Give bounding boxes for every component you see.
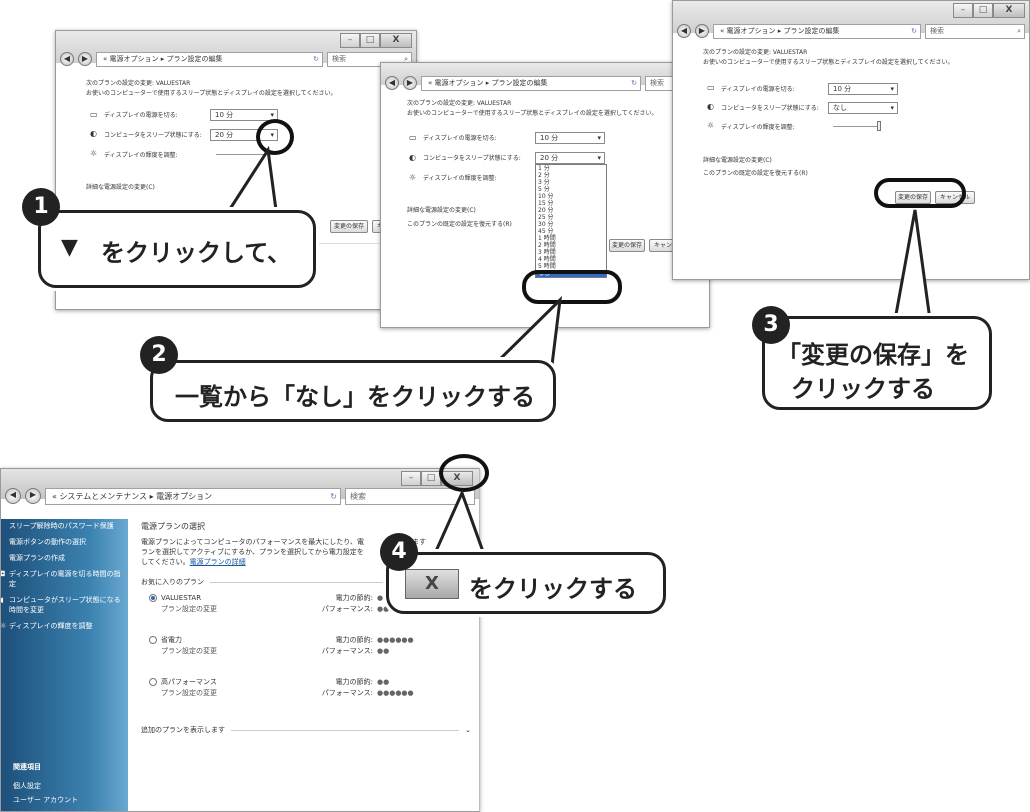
callout-4-text: をクリックする [469,575,637,603]
callout-step-3: 「変更の保存」を クリックする [762,316,992,410]
callout-step-1: ▼ をクリックして、 [38,210,316,288]
step-4-badge: 4 [380,533,418,571]
step-3-badge: 3 [752,306,790,344]
step-1-badge: 1 [22,188,60,226]
dropdown-arrow-icon: ▼ [61,235,78,260]
callout-2-pointer [490,295,563,367]
callout-3-line-2: クリックする [791,375,935,403]
callout-3-pointer [893,209,932,322]
callout-1-text: をクリックして、 [101,239,292,267]
callout-step-2: 一覧から「なし」をクリックする [150,360,556,422]
callout-step-4: X をクリックする [386,552,666,614]
callout-3-line-1: 「変更の保存」を [777,341,969,369]
callout-2-text: 一覧から「なし」をクリックする [175,383,535,411]
close-button-icon: X [405,569,459,599]
step-2-badge: 2 [140,336,178,374]
callout-4-pointer [429,488,489,562]
